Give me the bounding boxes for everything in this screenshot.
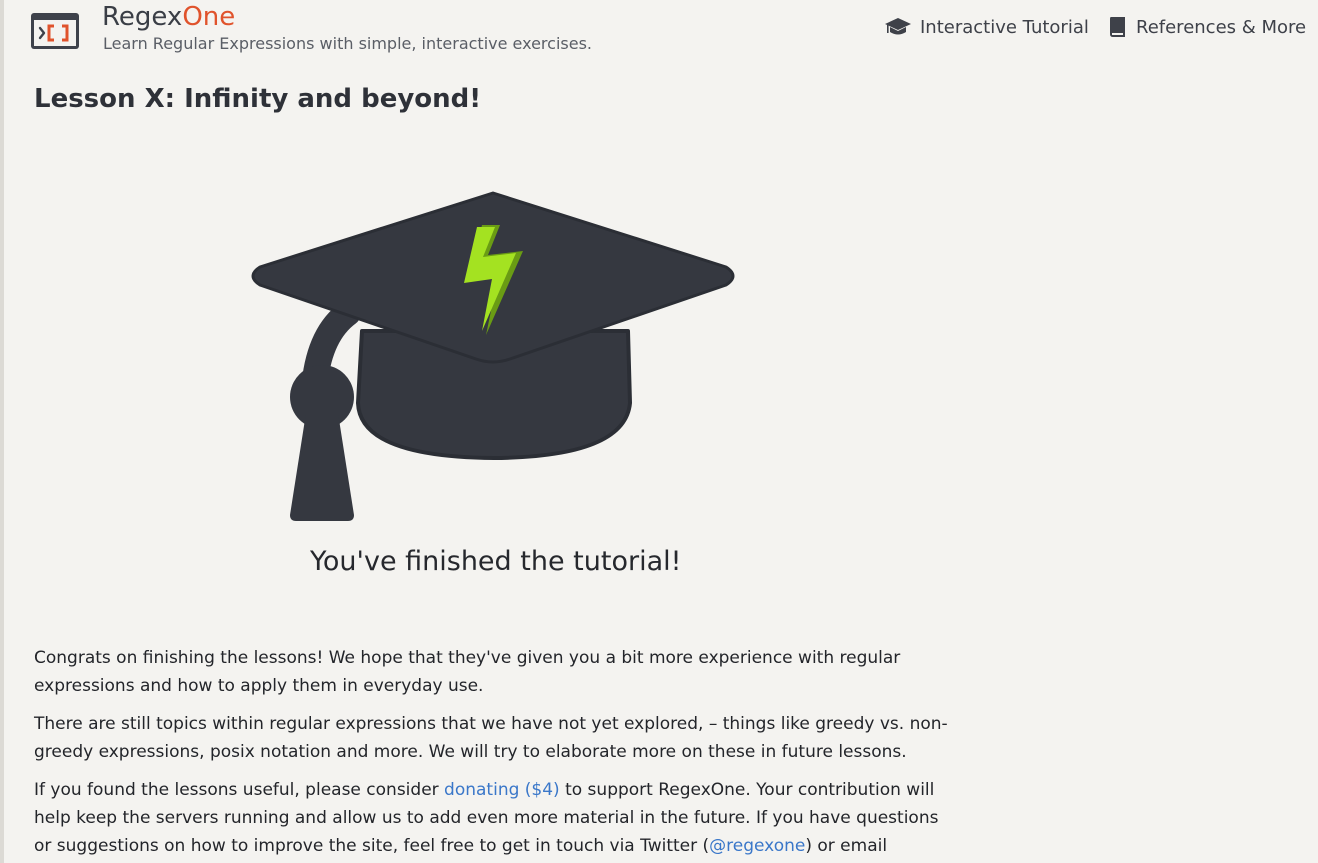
nav-references[interactable]: References & More <box>1108 14 1306 40</box>
site-title[interactable]: RegexOne <box>102 0 235 34</box>
congrats-paragraph: Congrats on finishing the lessons! We ho… <box>34 648 901 696</box>
donate-intro-text: If you found the lessons useful, please … <box>34 780 445 800</box>
nav-tutorial-label: Interactive Tutorial <box>920 16 1089 38</box>
book-icon <box>1108 16 1128 38</box>
graduation-cap-lightning-illustration <box>240 185 750 530</box>
donate-link[interactable]: donating ($4) <box>444 780 560 800</box>
site-tagline: Learn Regular Expressions with simple, i… <box>103 34 592 53</box>
tutorial-finished-message: You've finished the tutorial! <box>310 546 682 577</box>
regexone-logo-icon[interactable] <box>30 12 80 50</box>
donate-paragraph: If you found the lessons useful, please … <box>34 776 954 860</box>
future-topics-paragraph: There are still topics within regular ex… <box>34 714 948 762</box>
nav-interactive-tutorial[interactable]: Interactive Tutorial <box>884 14 1089 40</box>
donate-end-text: ) or email <box>805 836 888 856</box>
twitter-link[interactable]: @regexone <box>709 836 805 856</box>
lesson-title: Lesson X: Infinity and beyond! <box>34 84 482 114</box>
brand-prefix: Regex <box>102 2 183 32</box>
graduation-cap-icon <box>884 16 912 38</box>
brand-suffix: One <box>182 2 236 32</box>
nav-references-label: References & More <box>1136 16 1307 38</box>
left-border <box>0 0 4 863</box>
